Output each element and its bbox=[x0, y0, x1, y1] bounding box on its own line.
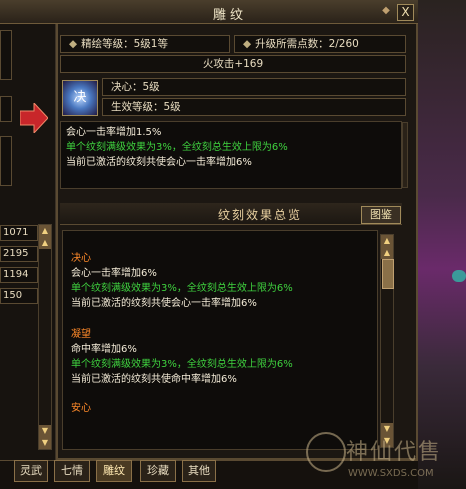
watermark-url: WWW.SXDS.COM bbox=[348, 468, 434, 479]
lock-icon[interactable]: ◆ bbox=[380, 5, 392, 19]
scene-glow bbox=[452, 270, 466, 282]
tab-diaowen[interactable]: 雕纹 bbox=[96, 460, 132, 482]
scroll-bottom-icon[interactable]: ▼ bbox=[39, 437, 51, 449]
watermark-logo-icon bbox=[306, 432, 346, 472]
left-stat-value: 2195 bbox=[0, 246, 38, 262]
rune-description: 会心一击率增加1.5% 单个纹刻满级效果为3%，全纹刻总生效上限为6% 当前已激… bbox=[60, 121, 402, 189]
summary-line: 单个纹刻满级效果为3%，全纹刻总生效上限为6% bbox=[71, 283, 293, 294]
codex-button[interactable]: 图鉴 bbox=[361, 206, 401, 224]
effect-level-label: 生效等级：5级 bbox=[111, 101, 181, 113]
rune-name-field: 决心：5级 bbox=[102, 78, 406, 96]
left-stat-value: 150 bbox=[0, 288, 38, 304]
scroll-up-icon[interactable]: ▲ bbox=[39, 237, 51, 249]
rune-icon[interactable]: 决 bbox=[62, 80, 98, 116]
quality-level-field: ◆ 精绘等级：5级1等 bbox=[60, 35, 230, 53]
left-slot bbox=[0, 96, 12, 122]
scroll-top-icon[interactable]: ▲ bbox=[381, 235, 393, 247]
desc-line: 当前已激活的纹刻共使会心一击率增加6% bbox=[66, 157, 252, 168]
summary-entry-name: 安心 bbox=[71, 403, 91, 414]
bullet-icon: ◆ bbox=[69, 38, 78, 50]
summary-line: 当前已激活的纹刻共使命中率增加6% bbox=[71, 374, 237, 385]
summary-line: 单个纹刻满级效果为3%，全纹刻总生效上限为6% bbox=[71, 359, 293, 370]
left-slot bbox=[0, 30, 12, 80]
left-stat-value: 1071 bbox=[0, 225, 38, 241]
summary-entry-name: 凝望 bbox=[71, 329, 91, 340]
attack-bonus-label: 火攻击+169 bbox=[202, 58, 264, 70]
upgrade-points-field: ◆ 升级所需点数：2/260 bbox=[234, 35, 406, 53]
summary-list[interactable]: 决心 会心一击率增加6% 单个纹刻满级效果为3%，全纹刻总生效上限为6% 当前已… bbox=[62, 230, 378, 450]
left-scrollbar[interactable]: ▲ ▲ ▼ ▼ bbox=[38, 224, 52, 450]
upgrade-points-label: 升级所需点数：2/260 bbox=[255, 38, 359, 50]
background-scene bbox=[418, 0, 466, 489]
title-bar[interactable]: 雕纹 ◆ X bbox=[0, 0, 418, 24]
scroll-thumb[interactable] bbox=[382, 259, 394, 289]
summary-title: 纹刻效果总览 bbox=[217, 208, 302, 222]
tab-qiqing[interactable]: 七情 bbox=[54, 460, 90, 482]
desc-scrollbar[interactable] bbox=[402, 122, 408, 188]
summary-line: 命中率增加6% bbox=[71, 344, 137, 355]
summary-entry-name: 决心 bbox=[71, 253, 91, 264]
quality-level-label: 精绘等级：5级1等 bbox=[81, 38, 168, 50]
tab-lingwu[interactable]: 灵武 bbox=[14, 460, 48, 482]
summary-header: 纹刻效果总览 bbox=[60, 203, 402, 225]
red-arrow-icon bbox=[20, 103, 48, 133]
summary-scrollbar[interactable]: ▲ ▲ ▼ ▼ bbox=[380, 234, 394, 448]
bullet-icon: ◆ bbox=[243, 38, 252, 50]
watermark: 神仙代售 WWW.SXDS.COM bbox=[300, 428, 466, 488]
watermark-text: 神仙代售 bbox=[346, 440, 443, 465]
summary-line: 当前已激活的纹刻共使会心一击率增加6% bbox=[71, 298, 257, 309]
tab-zhencang[interactable]: 珍藏 bbox=[140, 460, 176, 482]
effect-level-field: 生效等级：5级 bbox=[102, 98, 406, 116]
scroll-down-icon[interactable]: ▼ bbox=[39, 425, 51, 437]
rune-name-label: 决心：5级 bbox=[111, 81, 160, 93]
close-button[interactable]: X bbox=[397, 4, 414, 21]
window-title: 雕纹 bbox=[212, 8, 247, 23]
attack-bonus-field: 火攻击+169 bbox=[60, 55, 406, 73]
summary-line: 会心一击率增加6% bbox=[71, 268, 157, 279]
scroll-up-icon[interactable]: ▲ bbox=[39, 225, 51, 237]
left-stat-value: 1194 bbox=[0, 267, 38, 283]
desc-line: 会心一击率增加1.5% bbox=[66, 127, 162, 138]
desc-line: 单个纹刻满级效果为3%，全纹刻总生效上限为6% bbox=[66, 142, 288, 153]
tab-qita[interactable]: 其他 bbox=[182, 460, 216, 482]
scroll-up-icon[interactable]: ▲ bbox=[381, 247, 393, 259]
left-slot bbox=[0, 136, 12, 186]
